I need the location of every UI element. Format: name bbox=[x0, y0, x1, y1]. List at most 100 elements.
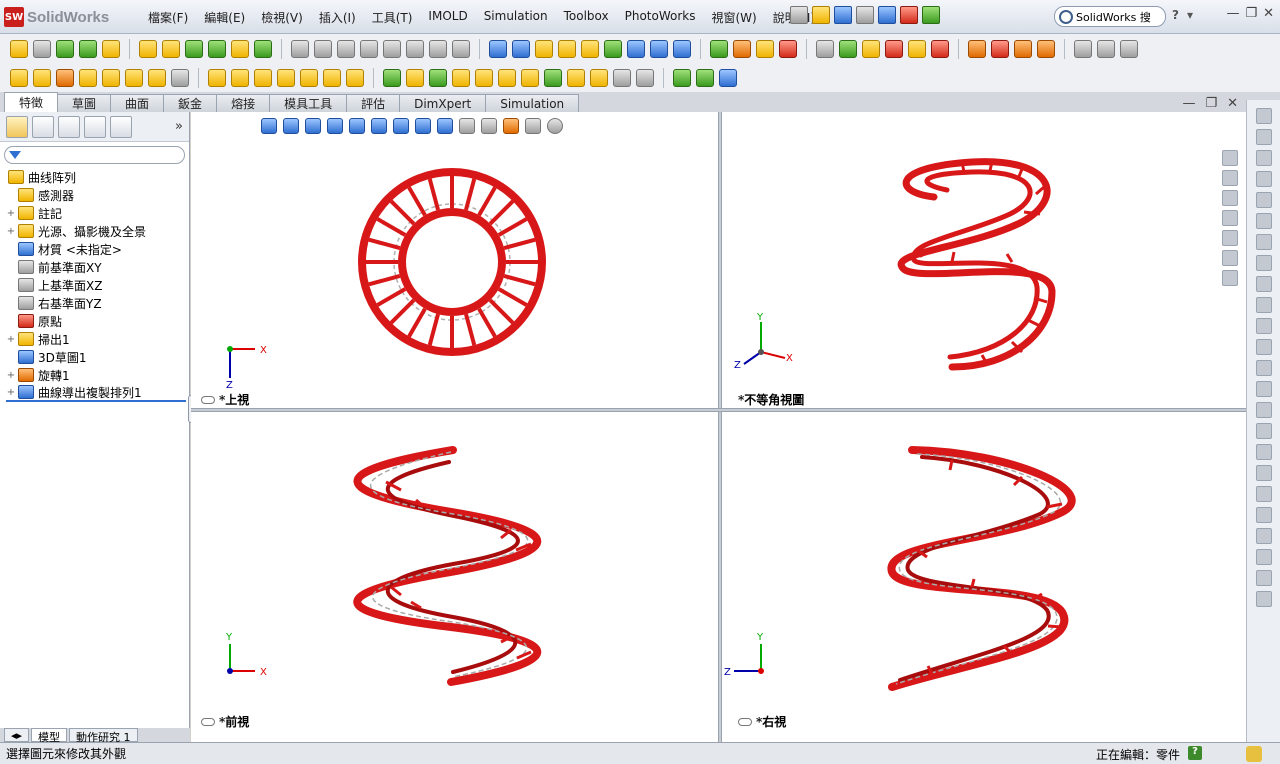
task-pane-properties-icon[interactable] bbox=[1255, 192, 1272, 208]
tab-command-1[interactable]: 草圖 bbox=[57, 94, 112, 112]
link-views-icon[interactable] bbox=[738, 717, 752, 726]
move-copy-body-icon[interactable] bbox=[636, 68, 654, 87]
tree-filter-input[interactable] bbox=[4, 146, 185, 164]
mirror-feature-icon[interactable] bbox=[429, 68, 447, 87]
point-icon[interactable] bbox=[79, 39, 97, 58]
ellipse-icon[interactable] bbox=[254, 39, 272, 58]
link-views-icon[interactable] bbox=[201, 717, 215, 726]
equations-icon[interactable] bbox=[604, 39, 622, 58]
dome-icon[interactable] bbox=[346, 68, 364, 87]
sketch-driven-pattern-icon[interactable] bbox=[475, 68, 493, 87]
task-pane-slot-icon[interactable] bbox=[1255, 402, 1272, 418]
boundary-icon[interactable] bbox=[102, 68, 120, 87]
sketch-icon[interactable] bbox=[139, 39, 157, 58]
task-pane-slot-icon[interactable] bbox=[1255, 318, 1272, 334]
expand-icon[interactable]: + bbox=[6, 334, 16, 345]
task-pane-slot-icon[interactable] bbox=[1255, 255, 1272, 271]
task-pane-slot-icon[interactable] bbox=[1255, 444, 1272, 460]
hole-wizard-icon[interactable] bbox=[323, 68, 341, 87]
task-pane-slot-icon[interactable] bbox=[1255, 339, 1272, 355]
task-pane-ruler-icon[interactable] bbox=[1255, 528, 1272, 544]
chamfer-icon[interactable] bbox=[231, 68, 249, 87]
expand-panel-icon[interactable]: » bbox=[175, 119, 183, 134]
sigma-icon[interactable] bbox=[627, 39, 645, 58]
interference-icon[interactable] bbox=[650, 39, 668, 58]
task-pane-appearance-icon[interactable] bbox=[1255, 171, 1272, 187]
tab-command-8[interactable]: Simulation bbox=[485, 94, 580, 112]
menu-item[interactable]: PhotoWorks bbox=[617, 8, 704, 27]
task-pane-library-icon[interactable] bbox=[1255, 129, 1272, 145]
stop-icon[interactable] bbox=[779, 39, 797, 58]
print-icon[interactable] bbox=[856, 6, 874, 24]
display-manager-tab-icon[interactable] bbox=[110, 115, 132, 138]
tree-item[interactable]: 材質 <未指定> bbox=[6, 240, 189, 258]
menu-item[interactable]: 檢視(V) bbox=[253, 8, 311, 27]
split-icon[interactable] bbox=[590, 68, 608, 87]
viewport-front[interactable]: Y X *前視 bbox=[191, 412, 718, 742]
rectangle-icon[interactable] bbox=[162, 39, 180, 58]
core-icon[interactable] bbox=[968, 39, 986, 58]
section-properties-icon[interactable] bbox=[558, 39, 576, 58]
task-pane-info-icon[interactable] bbox=[1255, 570, 1272, 586]
viewport-divider-vertical[interactable] bbox=[718, 112, 722, 742]
menu-item[interactable]: 視窗(W) bbox=[703, 8, 764, 27]
task-pane-slot-icon[interactable] bbox=[1255, 297, 1272, 313]
extend-icon[interactable] bbox=[314, 39, 332, 58]
tree-item[interactable]: 感測器 bbox=[6, 186, 189, 204]
polygon-icon[interactable] bbox=[231, 39, 249, 58]
tree-item[interactable]: + 掃出1 bbox=[6, 330, 189, 348]
tooling-split-icon[interactable] bbox=[931, 39, 949, 58]
table-pattern-icon[interactable] bbox=[498, 68, 516, 87]
search-input[interactable]: SolidWorks 搜 bbox=[1054, 6, 1166, 27]
tree-item[interactable]: + 旋轉1 bbox=[6, 366, 189, 384]
task-pane-slot-icon[interactable] bbox=[1255, 381, 1272, 397]
shut-off-icon[interactable] bbox=[908, 39, 926, 58]
tab-model[interactable]: 模型 bbox=[31, 728, 68, 744]
viewport-top[interactable]: X Z *上視 bbox=[191, 112, 718, 408]
minimize-icon[interactable]: — bbox=[1226, 6, 1239, 21]
feature-manager-tab-icon[interactable] bbox=[6, 115, 28, 138]
offset-icon[interactable] bbox=[337, 39, 355, 58]
app-logo[interactable]: SW SolidWorks bbox=[4, 5, 128, 29]
spelling-icon[interactable] bbox=[489, 39, 507, 58]
tree-item[interactable]: 前基準面XY bbox=[6, 258, 189, 276]
tree-item[interactable]: + 註記 bbox=[6, 204, 189, 222]
undo-icon[interactable] bbox=[878, 6, 896, 24]
custom-properties-icon[interactable] bbox=[1222, 270, 1238, 286]
menu-item[interactable]: 工具(T) bbox=[364, 8, 421, 27]
tree-item[interactable]: 3D草圖1 bbox=[6, 348, 189, 366]
revolved-cut-icon[interactable] bbox=[148, 68, 166, 87]
sketch-plane-icon[interactable] bbox=[102, 39, 120, 58]
scale-icon[interactable] bbox=[1014, 39, 1032, 58]
menu-item[interactable]: Toolbox bbox=[556, 8, 617, 27]
loft-icon[interactable] bbox=[79, 68, 97, 87]
expand-icon[interactable]: + bbox=[6, 226, 16, 237]
trim-icon[interactable] bbox=[291, 39, 309, 58]
status-tag-icon[interactable] bbox=[1246, 746, 1262, 762]
dimxpert-manager-tab-icon[interactable] bbox=[84, 115, 106, 138]
instant3d-icon[interactable] bbox=[719, 68, 737, 87]
new-document-icon[interactable] bbox=[790, 6, 808, 24]
save-icon[interactable] bbox=[834, 6, 852, 24]
intersect-icon[interactable] bbox=[567, 68, 585, 87]
task-pane-slot-icon[interactable] bbox=[1255, 465, 1272, 481]
move-entity-icon[interactable] bbox=[429, 39, 447, 58]
fillet-sketch-icon[interactable] bbox=[383, 39, 401, 58]
fill-pattern-icon[interactable] bbox=[521, 68, 539, 87]
task-pane-slot-icon[interactable] bbox=[1255, 213, 1272, 229]
curve-driven-pattern-icon[interactable] bbox=[452, 68, 470, 87]
close-icon[interactable]: ✕ bbox=[1263, 6, 1274, 21]
tab-command-2[interactable]: 曲面 bbox=[110, 94, 165, 112]
measure-icon[interactable] bbox=[512, 39, 530, 58]
revolved-boss-icon[interactable] bbox=[33, 68, 51, 87]
viewport-divider-horizontal[interactable] bbox=[191, 408, 1246, 412]
viewport-right[interactable]: Y Z *右視 bbox=[722, 412, 1246, 742]
rotate-entity-icon[interactable] bbox=[452, 39, 470, 58]
view-orientation-icon[interactable] bbox=[839, 39, 857, 58]
tab-command-0[interactable]: 特徵 bbox=[4, 92, 59, 112]
link-views-icon[interactable] bbox=[201, 395, 215, 404]
expand-icon[interactable]: + bbox=[6, 387, 16, 398]
fillet-icon[interactable] bbox=[208, 68, 226, 87]
search-results-icon[interactable] bbox=[1222, 210, 1238, 226]
tab-command-6[interactable]: 評估 bbox=[346, 94, 401, 112]
